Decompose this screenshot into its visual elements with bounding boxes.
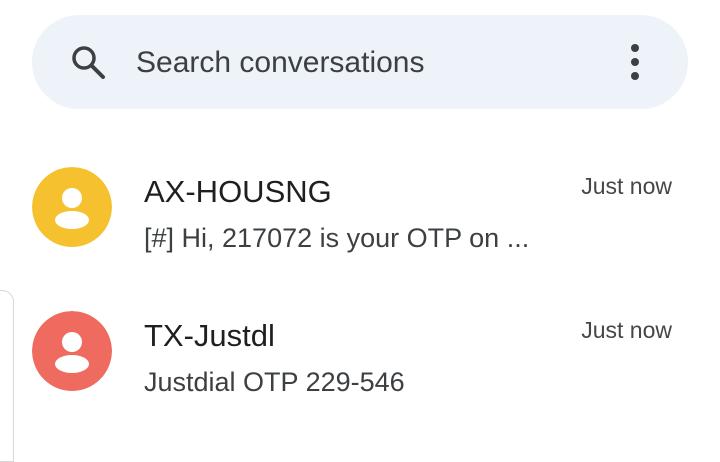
conversation-item[interactable]: TX-Justdl Justdial OTP 229-546 Just now: [0, 284, 720, 428]
edge-panel: [0, 290, 14, 462]
message-snippet: Justdial OTP 229-546: [144, 367, 405, 397]
avatar: [32, 167, 112, 247]
search-icon[interactable]: [70, 44, 106, 80]
person-icon: [32, 311, 112, 391]
contact-name: TX-Justdl: [144, 318, 275, 353]
person-icon: [32, 167, 112, 247]
conversation-item[interactable]: AX-HOUSNG [#] Hi, 217072 is your OTP on …: [0, 140, 720, 284]
contact-name: AX-HOUSNG: [144, 174, 332, 209]
message-snippet: [#] Hi, 217072 is your OTP on ...: [144, 223, 530, 253]
search-input[interactable]: [136, 43, 576, 83]
timestamp: Just now: [581, 317, 672, 343]
timestamp: Just now: [581, 173, 672, 199]
more-vertical-icon[interactable]: [620, 42, 650, 82]
avatar: [32, 311, 112, 391]
